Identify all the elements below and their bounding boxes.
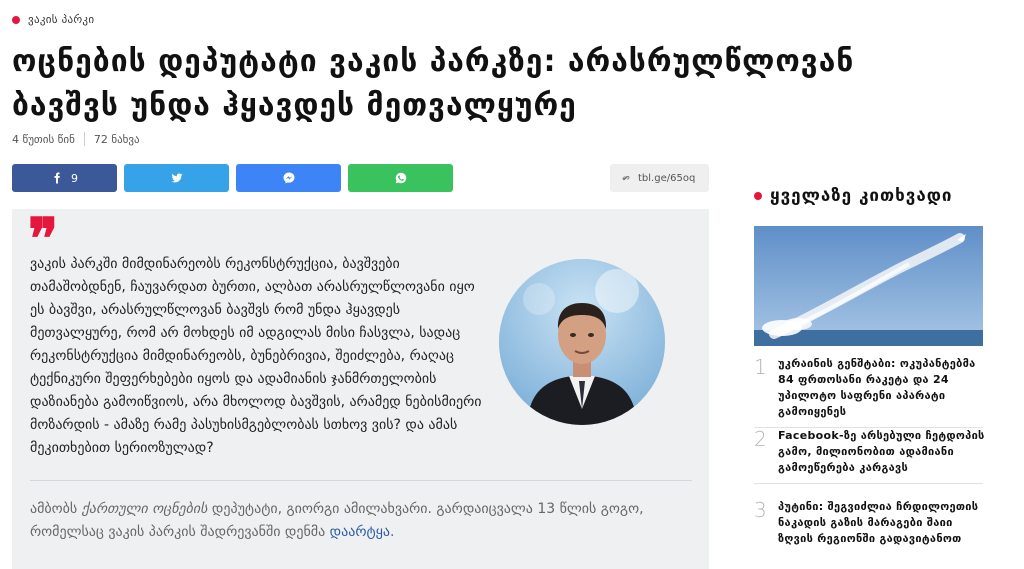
- link-icon: [622, 175, 630, 181]
- most-read-title-link[interactable]: Facebook-ზე არსებული ჩეტდოპის გამო, მილი…: [778, 428, 988, 476]
- most-read-title-link[interactable]: პუტინი: შეგვიძლია ჩრდილოეთის ნაკადის გაზ…: [778, 499, 988, 547]
- twitter-share-button[interactable]: [124, 164, 229, 192]
- attribution-prefix: ამბობს: [30, 501, 82, 517]
- attribution-party: ქართული ოცნების: [81, 501, 208, 517]
- speaker-portrait: [499, 259, 665, 425]
- facebook-icon: [54, 172, 60, 184]
- whatsapp-share-button[interactable]: [348, 164, 453, 192]
- twitter-icon: [171, 173, 182, 183]
- article-headline: ოცნების დეპუტატი ვაკის პარკზე: არასრულწლ…: [12, 44, 855, 123]
- meta-divider: [83, 132, 85, 146]
- quote-attribution: ამბობს ქართული ოცნების დეპუტატი, გიორგი …: [30, 498, 695, 544]
- whatsapp-icon: [395, 172, 406, 184]
- facebook-share-count: 9: [71, 171, 78, 185]
- most-read-item[interactable]: 1 უკრაინის გენშტაბი: ოკუპანტებმა 84 ფრთო…: [754, 355, 994, 428]
- facebook-share-button[interactable]: 9: [12, 164, 117, 192]
- view-count: 72 ნახვა: [93, 132, 140, 146]
- most-read-title-link[interactable]: უკრაინის გენშტაბი: ოკუპანტებმა 84 ფრთოსა…: [778, 356, 988, 420]
- category-tag[interactable]: ვაკის პარკი: [12, 13, 94, 26]
- attribution-link[interactable]: დაარტყა: [330, 524, 390, 540]
- short-link-text[interactable]: tbl.ge/65oq: [638, 173, 695, 184]
- most-read-separator: [754, 483, 983, 484]
- short-link-button[interactable]: tbl.ge/65oq: [610, 164, 709, 192]
- most-read-rank: 3: [754, 498, 767, 522]
- featured-article-image[interactable]: [754, 226, 983, 346]
- missile-launch-illustration: [754, 226, 983, 346]
- most-read-rank: 2: [754, 427, 767, 451]
- most-read-item[interactable]: 2 Facebook-ზე არსებული ჩეტდოპის გამო, მი…: [754, 427, 994, 484]
- category-dot-icon: [12, 15, 20, 24]
- most-read-title: ყველაზე კითხვადი: [770, 186, 953, 206]
- article-meta: 4 წუთის წინ 72 ნახვა: [12, 132, 140, 146]
- speaker-portrait-illustration: [499, 259, 665, 425]
- quote-block: ❞ ვაკის პარკში მიმდინარეობს რეკონსტრუქცი…: [12, 209, 709, 569]
- time-ago: 4 წუთის წინ: [12, 132, 75, 146]
- most-read-dot-icon: [754, 192, 762, 200]
- messenger-share-button[interactable]: [236, 164, 341, 192]
- most-read-item[interactable]: 3 პუტინი: შეგვიძლია ჩრდილოეთის ნაკადის გ…: [754, 499, 994, 547]
- most-read-rank: 1: [754, 355, 767, 379]
- most-read-header: ყველაზე კითხვადი: [754, 186, 953, 206]
- attribution-end: .: [389, 524, 395, 540]
- quote-text: ვაკის პარკში მიმდინარეობს რეკონსტრუქცია,…: [30, 256, 482, 456]
- category-label[interactable]: ვაკის პარკი: [28, 13, 94, 26]
- messenger-icon: [283, 172, 294, 184]
- quote-divider: [30, 480, 692, 481]
